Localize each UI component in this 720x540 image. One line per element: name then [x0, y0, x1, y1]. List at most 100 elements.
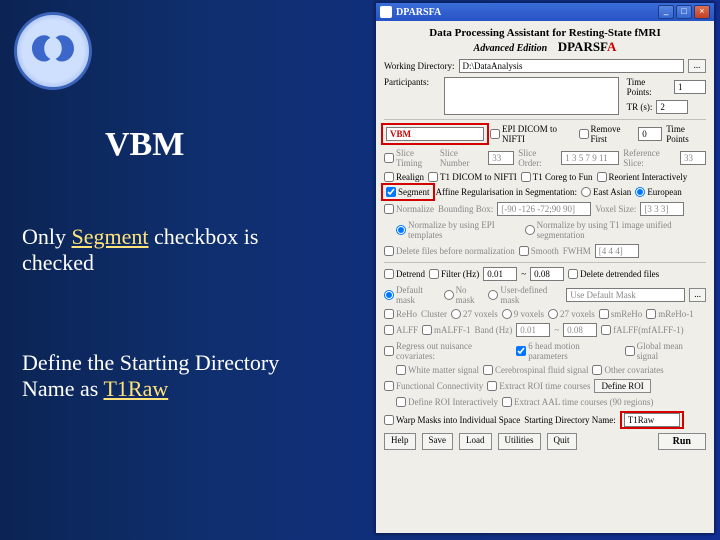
fwhm-input[interactable] — [595, 244, 639, 258]
defroi-int-checkbox[interactable] — [396, 397, 406, 407]
european-radio[interactable] — [635, 187, 645, 197]
malff-checkbox[interactable] — [422, 325, 432, 335]
norm-epi-radio[interactable] — [396, 225, 406, 235]
falff-label: fALFF(mfALFF-1) — [613, 325, 684, 335]
bbox-input[interactable] — [497, 202, 591, 216]
nomask-radio[interactable] — [444, 290, 454, 300]
extract-label: Extract ROI time courses — [499, 381, 590, 391]
bbox-label: Bounding Box: — [438, 204, 493, 214]
tr-input[interactable] — [656, 100, 688, 114]
refslice-label: Reference Slice: — [623, 148, 676, 168]
warp-checkbox[interactable] — [384, 415, 394, 425]
c27b-radio[interactable] — [548, 309, 558, 319]
institution-logo — [14, 12, 92, 90]
smooth-checkbox[interactable] — [519, 246, 529, 256]
regress-checkbox[interactable] — [384, 346, 394, 356]
detrend-label: Detrend — [396, 269, 425, 279]
removefirst-input[interactable] — [638, 127, 662, 141]
help-button[interactable]: Help — [384, 433, 416, 450]
eastasian-radio[interactable] — [581, 187, 591, 197]
epi2nifti-checkbox[interactable] — [490, 129, 500, 139]
norm-epi-label: Normalize by using EPI templates — [408, 220, 521, 240]
band-label: Band (Hz) — [475, 325, 513, 335]
tr-label: TR (s): — [627, 102, 653, 112]
regress-label: Regress out nuisance covariates: — [396, 341, 512, 361]
sliceorder-input[interactable] — [561, 151, 619, 165]
segment-checkbox[interactable] — [386, 187, 396, 197]
extract-aal-label: Extract AAL time courses (90 regions) — [514, 397, 653, 407]
falff-checkbox[interactable] — [601, 325, 611, 335]
save-button[interactable]: Save — [422, 433, 454, 450]
reho-checkbox[interactable] — [384, 309, 394, 319]
workdir-browse-button[interactable]: ... — [688, 59, 706, 73]
wm-checkbox[interactable] — [396, 365, 406, 375]
t1dicom-label: T1 DICOM to NIFTI — [440, 172, 517, 182]
extract-checkbox[interactable] — [487, 381, 497, 391]
text: checked — [22, 250, 94, 275]
text: Only — [22, 224, 72, 249]
removefirst-unit: Time Points — [666, 124, 706, 144]
fc-checkbox[interactable] — [384, 381, 394, 391]
product-name-b: A — [607, 39, 616, 54]
normalize-checkbox[interactable] — [384, 204, 394, 214]
participants-label: Participants: — [384, 77, 440, 87]
usermask-browse-button[interactable]: ... — [689, 288, 706, 302]
defmask-radio[interactable] — [384, 290, 394, 300]
epi2nifti-label: EPI DICOM to NIFTI — [502, 124, 575, 144]
defmask-label: Default mask — [396, 285, 440, 305]
t1coreg-label: T1 Coreg to Fun — [533, 172, 593, 182]
template-select[interactable] — [386, 127, 484, 141]
voxsize-label: Voxel Size: — [595, 204, 636, 214]
quit-button[interactable]: Quit — [547, 433, 577, 450]
band-high-input[interactable] — [563, 323, 597, 337]
maximize-button[interactable]: □ — [676, 5, 692, 19]
othercov-label: Other covariates — [604, 365, 663, 375]
c9-radio[interactable] — [502, 309, 512, 319]
headmotion-label: 6 head motion parameters — [528, 341, 620, 361]
define-roi-button[interactable]: Define ROI — [594, 379, 650, 393]
mreho-checkbox[interactable] — [646, 309, 656, 319]
minimize-button[interactable]: _ — [658, 5, 674, 19]
c27-label: 27 voxels — [463, 309, 498, 319]
run-button[interactable]: Run — [658, 433, 706, 450]
slicetiming-checkbox[interactable] — [384, 153, 394, 163]
delete-detrended-checkbox[interactable] — [568, 269, 578, 279]
smreho-checkbox[interactable] — [599, 309, 609, 319]
removefirst-checkbox[interactable] — [579, 129, 589, 139]
utilities-button[interactable]: Utilities — [498, 433, 541, 450]
t1coreg-checkbox[interactable] — [521, 172, 531, 182]
csf-checkbox[interactable] — [483, 365, 493, 375]
headmotion-checkbox[interactable] — [516, 346, 526, 356]
filter-checkbox[interactable] — [429, 269, 439, 279]
participants-list[interactable] — [444, 77, 618, 115]
close-button[interactable]: × — [694, 5, 710, 19]
delete-pre-checkbox[interactable] — [384, 246, 394, 256]
filter-high-input[interactable] — [530, 267, 564, 281]
usermask-radio[interactable] — [488, 290, 498, 300]
othercov-checkbox[interactable] — [592, 365, 602, 375]
load-button[interactable]: Load — [459, 433, 492, 450]
startdir-input[interactable] — [624, 413, 680, 427]
extract-aal-checkbox[interactable] — [502, 397, 512, 407]
fwhm-label: FWHM — [563, 246, 591, 256]
workdir-input[interactable] — [459, 59, 684, 73]
voxsize-input[interactable] — [640, 202, 684, 216]
alff-checkbox[interactable] — [384, 325, 394, 335]
nomask-label: No mask — [456, 285, 485, 305]
delete-detrended-label: Delete detrended files — [580, 269, 659, 279]
t1dicom-checkbox[interactable] — [428, 172, 438, 182]
timepoints-input[interactable] — [674, 80, 706, 94]
refslice-input[interactable] — [680, 151, 706, 165]
realign-checkbox[interactable] — [384, 172, 394, 182]
c27-radio[interactable] — [451, 309, 461, 319]
usermask-input[interactable] — [566, 288, 685, 302]
startdir-label: Starting Directory Name: — [524, 415, 615, 425]
reorient-checkbox[interactable] — [597, 172, 607, 182]
filter-low-input[interactable] — [483, 267, 517, 281]
detrend-checkbox[interactable] — [384, 269, 394, 279]
band-low-input[interactable] — [516, 323, 550, 337]
global-checkbox[interactable] — [625, 346, 635, 356]
slicenum-input[interactable] — [488, 151, 514, 165]
window-title: DPARSFA — [396, 7, 441, 18]
norm-t1-radio[interactable] — [525, 225, 535, 235]
